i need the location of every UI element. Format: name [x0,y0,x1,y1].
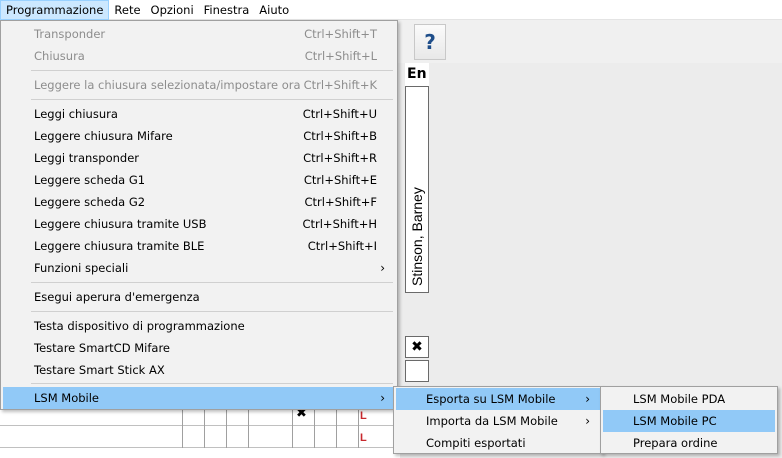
person-name: Stinson, Barney [409,187,425,286]
menu-item-leggere-chiusura-ble[interactable]: Leggere chiusura tramite BLE Ctrl+Shift+… [3,235,395,257]
table-row [0,426,400,448]
menu-item-label: Esegui aperura d'emergenza [34,290,200,304]
chevron-right-icon: › [380,391,385,405]
menu-separator [31,99,393,100]
menu-item-leggere-scheda-g2[interactable]: Leggere scheda G2 Ctrl+Shift+F [3,191,395,213]
grid-cell[interactable] [204,426,226,448]
lock-status-marker: L [360,432,367,444]
menu-item-testare-smart-stick[interactable]: Testare Smart Stick AX [3,359,395,381]
grid-cell[interactable] [292,426,314,448]
export-submenu: LSM Mobile PDA LSM Mobile PC Prepara ord… [600,386,778,454]
menu-item-label: LSM Mobile [34,391,100,405]
menu-item-label: Leggi transponder [34,151,140,165]
menu-item-lsm-mobile-pc[interactable]: LSM Mobile PC [603,410,775,432]
grid-cell[interactable] [248,426,270,448]
menu-item-chiusura[interactable]: Chiusura Ctrl+Shift+L [3,45,395,67]
menu-item-lsm-mobile[interactable]: LSM Mobile › [3,387,395,409]
menu-item-label: Testare SmartCD Mifare [34,341,170,355]
menu-item-leggi-chiusura[interactable]: Leggi chiusura Ctrl+Shift+U [3,103,395,125]
menu-item-testare-smartcd[interactable]: Testare SmartCD Mifare [3,337,395,359]
menu-rete[interactable]: Rete [109,0,145,20]
menu-item-label: Testare Smart Stick AX [34,363,165,377]
menu-aiuto[interactable]: Aiuto [254,0,294,20]
menu-item-importa-lsm-mobile[interactable]: Importa da LSM Mobile › [396,410,600,432]
menu-separator [31,70,393,71]
menu-item-label: Leggi chiusura [34,107,118,121]
menu-item-label: Leggere chiusura Mifare [34,129,173,143]
menu-item-leggi-transponder[interactable]: Leggi transponder Ctrl+Shift+R [3,147,395,169]
menu-item-lsm-mobile-pda[interactable]: LSM Mobile PDA [603,388,775,410]
menu-item-shortcut: Ctrl+Shift+T [304,27,377,41]
grid-cell[interactable] [314,426,336,448]
authorization-cell[interactable]: ✖ [405,336,429,358]
chevron-right-icon: › [585,414,590,428]
menu-item-label: Prepara ordine [633,436,718,450]
menu-programmazione[interactable]: Programmazione [0,0,110,20]
menu-item-shortcut: Ctrl+Shift+R [303,151,377,165]
menu-item-funzioni-speciali[interactable]: Funzioni speciali › [3,257,395,279]
chevron-right-icon: › [380,261,385,275]
grid-cell[interactable] [226,426,248,448]
menu-item-shortcut: Ctrl+Shift+L [304,49,377,63]
menu-separator [31,282,393,283]
menu-item-label: Transponder [34,27,106,41]
menu-item-label: Funzioni speciali [34,261,129,275]
menu-item-shortcut: Ctrl+Shift+U [302,107,377,121]
menu-opzioni[interactable]: Opzioni [146,0,199,20]
menu-item-label: Compiti esportati [426,436,526,450]
menu-item-testa-dispositivo[interactable]: Testa dispositivo di programmazione [3,315,395,337]
menu-item-compiti-esportati[interactable]: Compiti esportati [396,432,600,454]
grid-cell[interactable] [182,426,204,448]
programmazione-menu: Transponder Ctrl+Shift+T Chiusura Ctrl+S… [0,20,398,410]
menu-item-esporta-lsm-mobile[interactable]: Esporta su LSM Mobile › [396,388,600,410]
menu-item-label: Leggere scheda G2 [34,195,146,209]
lsm-mobile-submenu: Esporta su LSM Mobile › Importa da LSM M… [393,386,603,454]
menu-item-shortcut: Ctrl+Shift+E [303,173,377,187]
lock-grid: ✖ L L [0,404,400,458]
help-icon[interactable]: ? [414,24,446,60]
menu-item-shortcut: Ctrl+Shift+K [303,78,377,92]
menu-item-shortcut: Ctrl+Shift+F [304,195,378,209]
menu-finestra[interactable]: Finestra [199,0,255,20]
menu-separator [31,311,393,312]
menu-item-prepara-ordine[interactable]: Prepara ordine [603,432,775,454]
menu-item-label: LSM Mobile PDA [633,392,726,406]
menu-item-label: Leggere la chiusura selezionata/impostar… [34,78,301,92]
menu-item-label: LSM Mobile PC [633,414,717,428]
menu-bar: Programmazione Rete Opzioni Finestra Aiu… [0,0,782,20]
menu-item-apertura-emergenza[interactable]: Esegui aperura d'emergenza [3,286,395,308]
menu-item-transponder[interactable]: Transponder Ctrl+Shift+T [3,23,395,45]
menu-item-label: Esporta su LSM Mobile [426,392,556,406]
menu-item-label: Importa da LSM Mobile [426,414,558,428]
menu-item-label: Leggere scheda G1 [34,173,146,187]
menu-item-label: Leggere chiusura tramite USB [34,217,207,231]
lock-status-marker: L [360,410,367,422]
menu-item-leggere-chiusura-mifare[interactable]: Leggere chiusura Mifare Ctrl+Shift+B [3,125,395,147]
menu-item-shortcut: Ctrl+Shift+H [302,217,377,231]
menu-item-label: Leggere chiusura tramite BLE [34,239,205,253]
menu-item-leggere-chiusura-usb[interactable]: Leggere chiusura tramite USB Ctrl+Shift+… [3,213,395,235]
grid-cell[interactable] [336,426,358,448]
empty-cell[interactable] [405,360,429,382]
menu-item-label: Testa dispositivo di programmazione [34,319,245,333]
menu-item-shortcut: Ctrl+Shift+I [307,239,377,253]
menu-item-shortcut: Ctrl+Shift+B [303,129,377,143]
menu-item-label: Chiusura [34,49,85,63]
chevron-right-icon: › [585,392,590,406]
menu-item-leggere-scheda-g1[interactable]: Leggere scheda G1 Ctrl+Shift+E [3,169,395,191]
toolbar [398,22,782,62]
menu-item-read-selected-lock[interactable]: Leggere la chiusura selezionata/impostar… [3,74,395,96]
menu-separator [31,383,393,384]
